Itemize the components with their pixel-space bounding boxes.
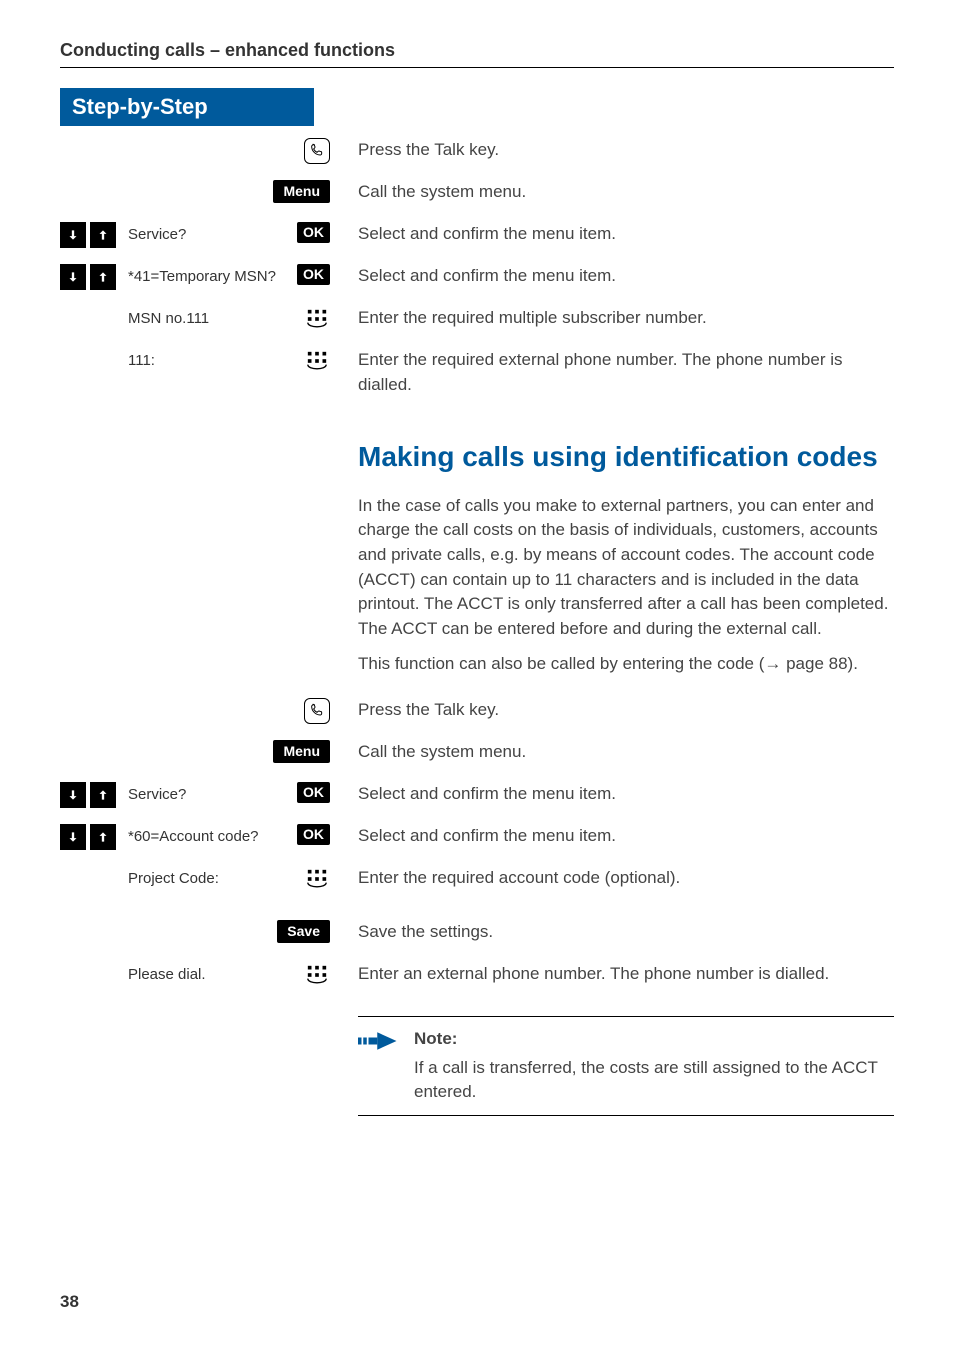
step-instruction: Select and confirm the menu item.	[340, 824, 894, 849]
page-ref: page 88).	[781, 654, 858, 673]
left-col: *41=Temporary MSN? OK	[60, 264, 340, 294]
menu-item-label: *41=Temporary MSN?	[122, 264, 291, 285]
note-content: Note: If a call is transferred, the cost…	[414, 1027, 894, 1105]
note-row: Note: If a call is transferred, the cost…	[60, 1004, 894, 1116]
step-instruction: Save the settings.	[340, 920, 894, 945]
arrow-group	[60, 782, 116, 808]
left-col: Please dial.	[60, 962, 340, 992]
up-arrow-icon[interactable]	[90, 782, 116, 808]
left-col: Save	[60, 920, 340, 950]
talk-key-icon	[304, 698, 330, 724]
ok-button[interactable]: OK	[297, 824, 330, 845]
content-area: Press the Talk key. Menu Call the system…	[60, 126, 894, 1116]
page-number: 38	[60, 1292, 79, 1312]
display-text: 111:	[122, 348, 298, 369]
section-row: Making calls using identification codes …	[60, 409, 894, 686]
step-row: Project Code: Enter the required account…	[60, 866, 894, 896]
step-instruction: Call the system menu.	[340, 180, 894, 205]
section-title: Making calls using identification codes	[358, 439, 894, 475]
step-instruction: Enter an external phone number. The phon…	[340, 962, 894, 987]
page-header: Conducting calls – enhanced functions	[60, 40, 894, 68]
step-row: Please dial. Enter an external phone num…	[60, 962, 894, 992]
ok-button[interactable]: OK	[297, 782, 330, 803]
ok-button[interactable]: OK	[297, 222, 330, 243]
left-col: Service? OK	[60, 222, 340, 252]
left-col: MSN no.111	[60, 306, 340, 336]
step-instruction: Press the Talk key.	[340, 138, 894, 163]
note-title: Note:	[414, 1027, 894, 1052]
save-button[interactable]: Save	[277, 920, 330, 943]
up-arrow-icon[interactable]	[90, 264, 116, 290]
menu-item-label: Service?	[122, 222, 291, 243]
left-col-empty	[60, 409, 340, 439]
keypad-icon[interactable]	[304, 866, 330, 892]
up-arrow-icon[interactable]	[90, 824, 116, 850]
note-arrow-icon	[358, 1029, 400, 1053]
intro-text: This function can also be called by ente…	[358, 654, 764, 673]
menu-item-label: Service?	[122, 782, 291, 803]
note-container: Note: If a call is transferred, the cost…	[340, 1004, 894, 1116]
note-box: Note: If a call is transferred, the cost…	[358, 1016, 894, 1116]
step-row: *60=Account code? OK Select and confirm …	[60, 824, 894, 854]
keypad-icon[interactable]	[304, 348, 330, 374]
keypad-icon[interactable]	[304, 306, 330, 332]
left-col-empty	[60, 1004, 340, 1034]
left-col	[60, 698, 340, 728]
left-col	[60, 138, 340, 168]
step-row: Menu Call the system menu.	[60, 740, 894, 770]
left-col: Menu	[60, 740, 340, 770]
step-by-step-header: Step-by-Step	[60, 88, 314, 126]
down-arrow-icon[interactable]	[60, 264, 86, 290]
step-instruction: Enter the required external phone number…	[340, 348, 894, 397]
display-text: Project Code:	[122, 866, 298, 887]
arrow-group	[60, 264, 116, 290]
step-row: Save Save the settings.	[60, 920, 894, 950]
intro-paragraph: In the case of calls you make to externa…	[358, 494, 894, 642]
step-instruction: Select and confirm the menu item.	[340, 782, 894, 807]
step-row: Press the Talk key.	[60, 698, 894, 728]
intro-paragraph: This function can also be called by ente…	[358, 652, 894, 677]
left-col: *60=Account code? OK	[60, 824, 340, 854]
left-col: Project Code:	[60, 866, 340, 896]
step-row: Service? OK Select and confirm the menu …	[60, 222, 894, 252]
down-arrow-icon[interactable]	[60, 222, 86, 248]
keypad-icon[interactable]	[304, 962, 330, 988]
step-row: Menu Call the system menu.	[60, 180, 894, 210]
display-text: Please dial.	[122, 962, 298, 983]
talk-key-icon	[304, 138, 330, 164]
step-row: *41=Temporary MSN? OK Select and confirm…	[60, 264, 894, 294]
step-row: Service? OK Select and confirm the menu …	[60, 782, 894, 812]
step-instruction: Enter the required multiple subscriber n…	[340, 306, 894, 331]
left-col: Service? OK	[60, 782, 340, 812]
step-instruction: Call the system menu.	[340, 740, 894, 765]
step-row: 111: Enter the required external phone n…	[60, 348, 894, 397]
step-instruction: Select and confirm the menu item.	[340, 222, 894, 247]
step-instruction: Select and confirm the menu item.	[340, 264, 894, 289]
left-col: Menu	[60, 180, 340, 210]
step-instruction: Enter the required account code (optiona…	[340, 866, 894, 891]
step-instruction: Press the Talk key.	[340, 698, 894, 723]
up-arrow-icon[interactable]	[90, 222, 116, 248]
arrow-group	[60, 222, 116, 248]
step-row: Press the Talk key.	[60, 138, 894, 168]
down-arrow-icon[interactable]	[60, 782, 86, 808]
page-ref-arrow-icon: →	[764, 654, 781, 673]
arrow-group	[60, 824, 116, 850]
left-col: 111:	[60, 348, 340, 378]
menu-button[interactable]: Menu	[273, 740, 330, 763]
ok-button[interactable]: OK	[297, 264, 330, 285]
section-body: Making calls using identification codes …	[340, 409, 894, 686]
down-arrow-icon[interactable]	[60, 824, 86, 850]
display-text: MSN no.111	[122, 306, 298, 327]
note-body: If a call is transferred, the costs are …	[414, 1058, 878, 1102]
menu-button[interactable]: Menu	[273, 180, 330, 203]
step-row: MSN no.111 Enter the required multiple s…	[60, 306, 894, 336]
menu-item-label: *60=Account code?	[122, 824, 291, 845]
